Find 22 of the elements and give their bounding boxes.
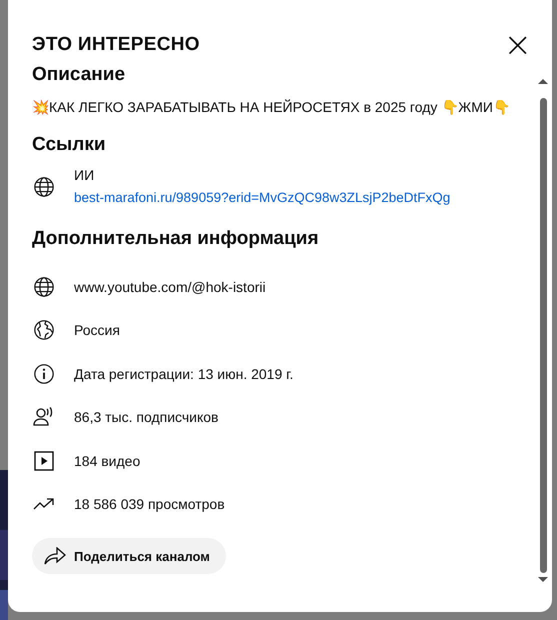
detail-text: Дата регистрации: 13 июн. 2019 г. (74, 366, 294, 382)
trend-icon (33, 497, 55, 512)
detail-text: 184 видео (74, 452, 140, 469)
link-title: ИИ (74, 167, 96, 183)
earth-icon (33, 319, 55, 342)
detail-text: 18 586 039 просмотров (74, 496, 225, 512)
description-text: 💥КАК ЛЕГКО ЗАРАБАТЫВАТЬ НА НЕЙРОСЕТЯХ в 2025 году 👇ЖМИ👇 (32, 99, 511, 115)
detail-text: Россия (74, 322, 120, 338)
video-icon (34, 450, 54, 471)
globe-icon (33, 276, 55, 298)
share-channel-button[interactable]: Поделиться каналом (32, 538, 226, 574)
link-url[interactable]: best-marafoni.ru/989059?erid=MvGzQC98w3ZLsjP2beDtFxQg (74, 190, 450, 205)
dialog-title: ЭТО ИНТЕРЕСНО (32, 34, 200, 56)
detail-text: www.youtube.com/@hok-istorii (74, 278, 266, 295)
detail-text: 86,3 тыс. подписчиков (74, 409, 218, 426)
info-icon (33, 362, 55, 385)
section-heading: Описание (32, 63, 126, 87)
share-icon (44, 547, 66, 565)
globe-icon (33, 176, 55, 198)
section-heading: Ссылки (32, 133, 107, 157)
close-button[interactable]: × (504, 30, 532, 60)
section-heading: Дополнительная информация (32, 227, 320, 251)
